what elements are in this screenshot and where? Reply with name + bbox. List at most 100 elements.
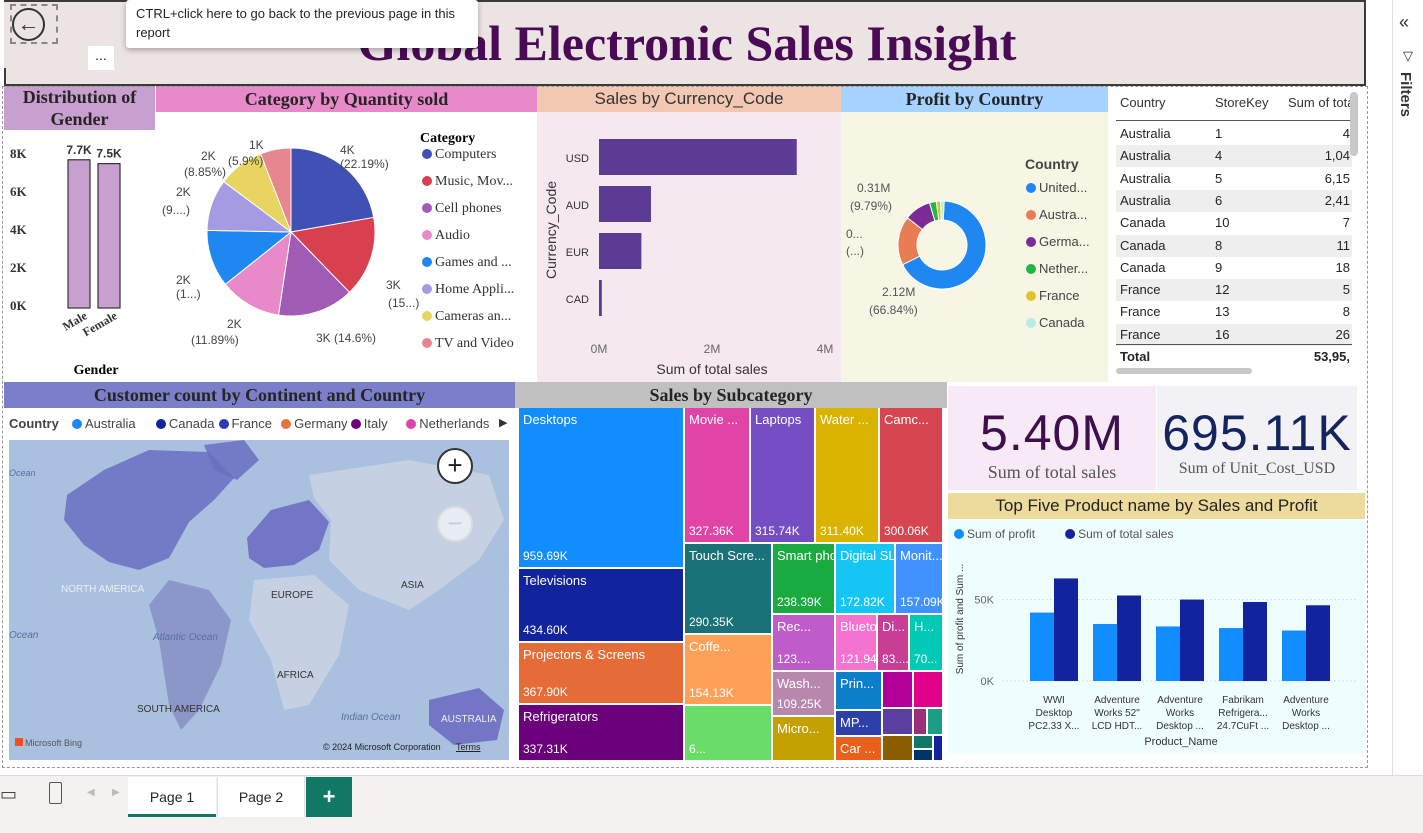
category-legend-item[interactable]: TV and Video (435, 336, 514, 351)
kpi-unit-cost-card[interactable]: 695.11K Sum of Unit_Cost_USD (1157, 386, 1357, 490)
profit-legend-item[interactable]: Canada (1039, 315, 1085, 330)
category-legend-item[interactable]: Home Appli... (435, 282, 514, 297)
map-legend-item[interactable]: Germany (281, 416, 348, 431)
treemap-tile[interactable] (934, 736, 944, 762)
map-terms-link[interactable]: Terms (456, 742, 481, 752)
treemap-tile[interactable]: Laptops 315.74K (751, 408, 816, 544)
top5-bar[interactable] (1282, 630, 1306, 681)
profit-legend-item[interactable]: Austra... (1039, 207, 1087, 222)
treemap-tile[interactable]: Coffe... 154.13K (685, 635, 773, 706)
currency-bar-chart[interactable]: Currency_Code USD AUD EUR CAD 0M 2M 4M Sum of… (537, 112, 841, 382)
table-row[interactable]: Australia 6 2,41 (1116, 189, 1352, 212)
category-legend-item[interactable]: Games and ... (435, 255, 512, 270)
back-button-area[interactable]: ← ... (4, 2, 114, 70)
treemap-tile[interactable]: Touch Scre... 290.35K (685, 544, 773, 635)
currency-bar[interactable] (599, 280, 602, 316)
currency-bar[interactable] (599, 186, 651, 222)
top5-bar[interactable] (1156, 626, 1180, 681)
tab-page-1[interactable]: Page 1 (128, 777, 216, 817)
column-header-storekey[interactable]: StoreKey (1215, 92, 1268, 114)
treemap-tile[interactable]: Di... 83.... (878, 615, 910, 672)
treemap-tile[interactable]: Wash... 109.25K (773, 672, 836, 717)
map-legend-item[interactable]: Netherlands (406, 416, 489, 431)
treemap-tile[interactable]: Refrigerators 337.31K (519, 705, 685, 762)
currency-bar[interactable] (599, 233, 642, 269)
gender-bar[interactable] (97, 163, 121, 309)
category-legend-item[interactable]: Music, Mov... (435, 174, 513, 189)
category-legend-item[interactable]: Cell phones (435, 201, 502, 216)
treemap-tile[interactable] (928, 709, 944, 736)
table-row[interactable]: Australia 1 4 (1116, 123, 1352, 145)
category-pie-chart[interactable]: 4K(22.19%) 3K (15...) 3K (14.6%) 2K (11.89%) 2… (156, 112, 537, 382)
back-arrow-icon[interactable]: ← (12, 8, 45, 41)
table-row[interactable]: Canada 10 7 (1116, 212, 1352, 235)
mobile-layout-icon[interactable] (49, 782, 62, 804)
top5-bar[interactable] (1030, 612, 1054, 681)
table-row[interactable]: Australia 4 1,04 (1116, 145, 1352, 168)
table-row[interactable]: France 12 5 (1116, 279, 1352, 302)
treemap-tile[interactable]: Desktops 959.69K (519, 408, 685, 569)
treemap-tile[interactable]: Car ... (836, 737, 883, 762)
more-options-button[interactable]: ... (88, 46, 114, 70)
profit-legend-item[interactable]: Germa... (1039, 234, 1090, 249)
profit-legend-item[interactable]: France (1039, 288, 1079, 303)
top5-bar[interactable] (1054, 578, 1078, 681)
table-row[interactable]: Canada 9 18 (1116, 256, 1352, 279)
tab-page-2[interactable]: Page 2 (217, 777, 305, 817)
profit-legend-item[interactable]: United... (1039, 180, 1087, 195)
zoom-out-button[interactable]: − (437, 506, 473, 542)
top5-clustered-bar-chart[interactable]: Sum of profit Sum of total sales Sum of p… (948, 519, 1365, 753)
treemap-tile[interactable] (883, 709, 914, 736)
add-page-button[interactable]: + (306, 777, 352, 817)
table-row[interactable]: France 16 26 (1116, 323, 1352, 346)
world-map[interactable]: Ocean NORTH AMERICA EUROPE ASIA Ocean Atlanti… (9, 440, 509, 760)
map-legend-item[interactable]: Australia (72, 416, 136, 431)
map-legend-item[interactable]: Canada (155, 416, 214, 431)
kpi-total-sales-card[interactable]: 5.40M Sum of total sales (948, 386, 1156, 490)
profit-donut-slice[interactable] (940, 200, 945, 221)
column-header-country[interactable]: Country (1120, 92, 1166, 114)
gender-bar[interactable] (67, 159, 91, 309)
treemap-tile[interactable]: Blueto... 121.94K (836, 615, 878, 672)
treemap-tile[interactable]: Movie ... 327.36K (685, 408, 751, 544)
treemap-tile[interactable] (914, 750, 934, 762)
collapse-filters-icon[interactable]: « (1399, 12, 1409, 33)
legend-next-arrow-icon[interactable]: ▶ (499, 416, 507, 429)
top5-legend-item[interactable]: Sum of profit (967, 527, 1036, 541)
treemap-tile[interactable] (883, 672, 914, 709)
treemap-tile[interactable]: H... 70... (910, 615, 944, 672)
map-legend-item[interactable]: Italy (350, 416, 388, 431)
column-header-sum-total[interactable]: Sum of tota (1288, 92, 1358, 114)
category-legend-item[interactable]: Computers (435, 147, 496, 162)
top5-bar[interactable] (1117, 595, 1141, 682)
subcategory-treemap[interactable]: Desktops 959.69K Televisions 434.60K Project… (519, 408, 944, 762)
previous-page-icon[interactable]: ◀ (87, 787, 95, 798)
category-legend-item[interactable]: Cameras an... (435, 309, 511, 324)
treemap-tile[interactable] (914, 672, 944, 709)
treemap-tile[interactable]: Monit... 157.09K (896, 544, 944, 615)
treemap-tile[interactable]: MP... (836, 711, 883, 737)
top5-bar[interactable] (1243, 602, 1267, 681)
table-row[interactable]: Canada 8 11 (1116, 234, 1352, 257)
desktop-layout-icon[interactable]: ▭ (0, 784, 17, 805)
top5-legend-item[interactable]: Sum of total sales (1078, 527, 1173, 541)
next-page-icon[interactable]: ▶ (112, 787, 120, 798)
treemap-tile[interactable] (914, 709, 928, 736)
top5-bar[interactable] (1306, 605, 1330, 681)
treemap-tile[interactable]: Smart pho... 238.39K (773, 544, 836, 615)
zoom-in-button[interactable]: + (437, 448, 473, 484)
profit-legend-item[interactable]: Nether... (1039, 261, 1088, 276)
category-legend-item[interactable]: Audio (435, 228, 470, 243)
map-legend-item[interactable]: France (218, 416, 272, 431)
treemap-tile[interactable]: Micro... (773, 717, 836, 762)
table-horizontal-scrollbar[interactable] (1116, 368, 1252, 374)
currency-bar[interactable] (599, 139, 797, 175)
treemap-tile[interactable]: Prin... (836, 672, 883, 711)
table-row[interactable]: Australia 5 6,15 (1116, 167, 1352, 190)
treemap-tile[interactable]: Digital SLR... 172.82K (836, 544, 896, 615)
top5-bar[interactable] (1180, 599, 1204, 681)
top5-bar[interactable] (1093, 624, 1117, 681)
profit-donut-chart[interactable]: 0.31M (9.79%) 0... (...) 2.12M (66.84%) Count… (841, 112, 1108, 382)
top5-bar[interactable] (1219, 628, 1243, 681)
treemap-tile[interactable]: 6... (685, 706, 773, 762)
